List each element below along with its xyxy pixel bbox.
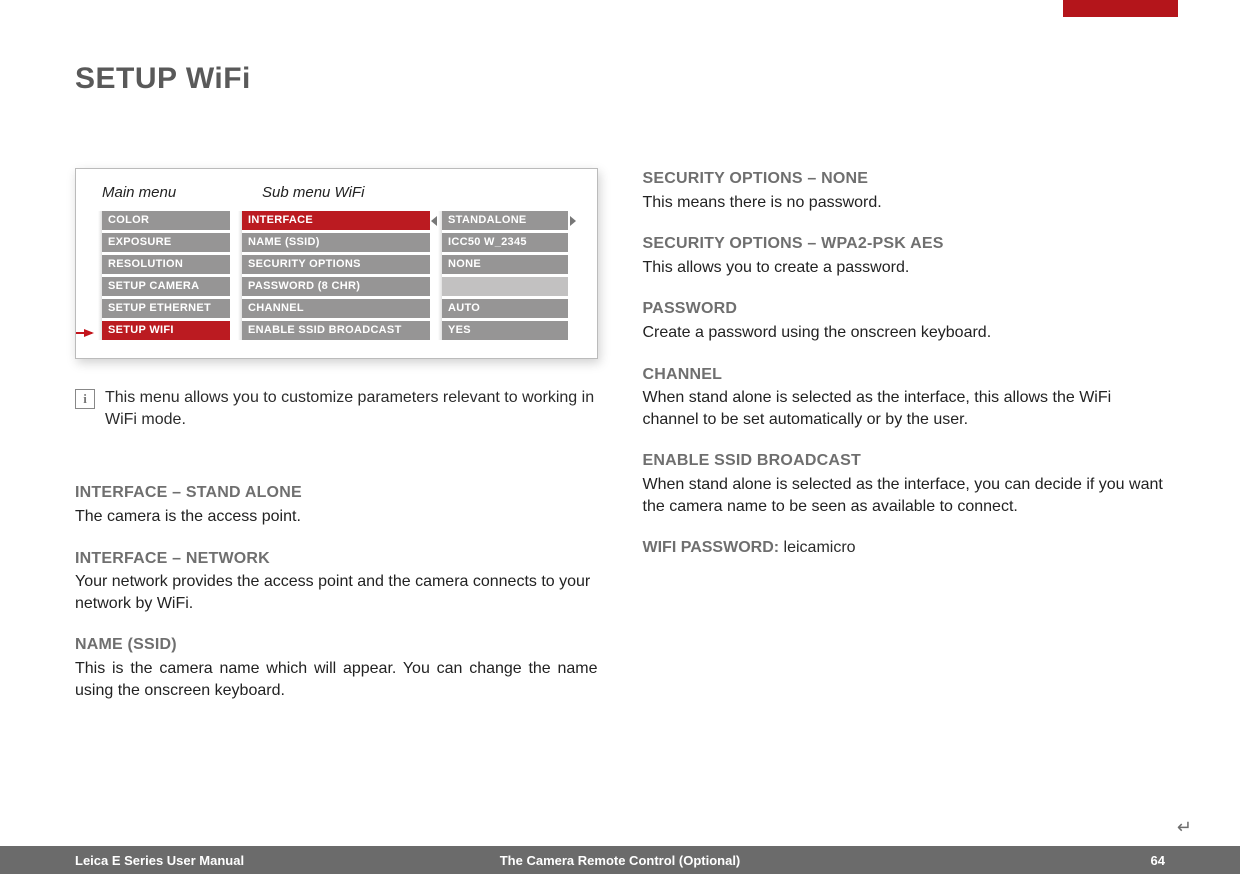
info-note: i This menu allows you to customize para…	[75, 387, 598, 430]
menu-values-col: STANDALONE ICC50 W_2345 NONE AUTO YES	[442, 211, 568, 340]
menu-sub-item: CHANNEL	[242, 299, 430, 318]
menu-sub-item: SECURITY OPTIONS	[242, 255, 430, 274]
menu-sub-item: ENABLE SSID BROADCAST	[242, 321, 430, 340]
section-password: PASSWORD Create a password using the ons…	[643, 298, 1166, 343]
pointer-arrow-icon	[84, 329, 94, 337]
menu-value-item-empty	[442, 277, 568, 296]
menu-screenshot-box: Main menu Sub menu WiFi COLOR EXPOSURE R…	[75, 168, 598, 359]
section-heading: ENABLE SSID BROADCAST	[643, 450, 1166, 472]
section-enable-ssid: ENABLE SSID BROADCAST When stand alone i…	[643, 450, 1166, 517]
menu-sub-item: PASSWORD (8 CHR)	[242, 277, 430, 296]
menu-main-item: RESOLUTION	[102, 255, 230, 274]
section-heading: INTERFACE – STAND ALONE	[75, 482, 598, 504]
section-heading: INTERFACE – NETWORK	[75, 548, 598, 570]
section-body: The camera is the access point.	[75, 506, 598, 528]
menu-main-item: SETUP CAMERA	[102, 277, 230, 296]
footer-center: The Camera Remote Control (Optional)	[0, 853, 1240, 868]
menu-sub-item: NAME (SSID)	[242, 233, 430, 252]
left-column: Main menu Sub menu WiFi COLOR EXPOSURE R…	[75, 168, 598, 721]
menu-value-item: NONE	[442, 255, 568, 274]
menu-value-item: YES	[442, 321, 568, 340]
menu-sub-col: INTERFACE NAME (SSID) SECURITY OPTIONS P…	[242, 211, 430, 340]
section-wifi-password: WIFI PASSWORD: leicamicro	[643, 537, 1166, 559]
section-body: Create a password using the onscreen key…	[643, 322, 1166, 344]
section-security-wpa2: SECURITY OPTIONS – WPA2-PSK AES This all…	[643, 233, 1166, 278]
wifi-password-value: leicamicro	[784, 539, 856, 556]
right-column: SECURITY OPTIONS – NONE This means there…	[643, 168, 1166, 721]
menu-main-col: COLOR EXPOSURE RESOLUTION SETUP CAMERA S…	[102, 211, 230, 340]
return-icon: ↵	[1177, 817, 1192, 838]
section-heading: CHANNEL	[643, 364, 1166, 386]
section-heading: PASSWORD	[643, 298, 1166, 320]
menu-main-item: SETUP ETHERNET	[102, 299, 230, 318]
triangle-left-icon	[431, 216, 437, 226]
section-heading: SECURITY OPTIONS – NONE	[643, 168, 1166, 190]
section-security-none: SECURITY OPTIONS – NONE This means there…	[643, 168, 1166, 213]
section-heading: SECURITY OPTIONS – WPA2-PSK AES	[643, 233, 1166, 255]
section-channel: CHANNEL When stand alone is selected as …	[643, 364, 1166, 431]
header-red-tab	[1063, 0, 1178, 17]
info-note-text: This menu allows you to customize parame…	[105, 387, 598, 430]
section-body: When stand alone is selected as the inte…	[643, 387, 1166, 430]
footer-bar: Leica E Series User Manual The Camera Re…	[0, 846, 1240, 874]
menu-main-item: EXPOSURE	[102, 233, 230, 252]
triangle-right-icon	[570, 216, 576, 226]
label-main-menu: Main menu	[102, 183, 262, 203]
section-body: Your network provides the access point a…	[75, 571, 598, 614]
menu-value-item: STANDALONE	[442, 211, 568, 230]
menu-value-item: ICC50 W_2345	[442, 233, 568, 252]
page-title: SETUP WiFi	[75, 62, 1165, 96]
section-body: This is the camera name which will appea…	[75, 658, 598, 701]
section-body: When stand alone is selected as the inte…	[643, 474, 1166, 517]
menu-main-item: COLOR	[102, 211, 230, 230]
section-heading: NAME (SSID)	[75, 634, 598, 656]
menu-value-item: AUTO	[442, 299, 568, 318]
section-interface-standalone: INTERFACE – STAND ALONE The camera is th…	[75, 482, 598, 527]
section-name-ssid: NAME (SSID) This is the camera name whic…	[75, 634, 598, 701]
section-body: This means there is no password.	[643, 192, 1166, 214]
menu-main-item-selected: SETUP WIFI	[102, 321, 230, 340]
label-sub-menu: Sub menu WiFi	[262, 183, 364, 203]
section-interface-network: INTERFACE – NETWORK Your network provide…	[75, 548, 598, 615]
menu-sub-item-selected: INTERFACE	[242, 211, 430, 230]
section-body: This allows you to create a password.	[643, 257, 1166, 279]
info-icon: i	[75, 389, 95, 409]
wifi-password-label: WIFI PASSWORD:	[643, 539, 784, 556]
